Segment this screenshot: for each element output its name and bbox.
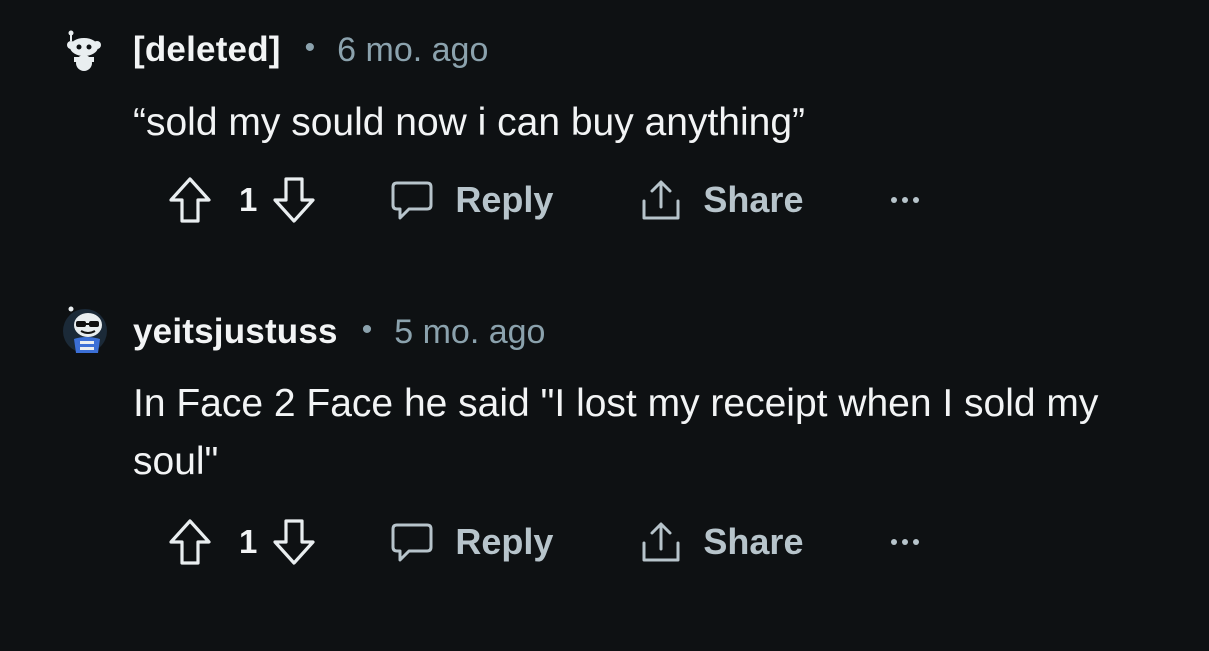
share-label: Share	[703, 179, 804, 220]
speech-bubble-icon	[389, 177, 435, 223]
upvote-arrow-icon	[169, 177, 211, 223]
deleted-user-avatar-icon[interactable]	[62, 27, 108, 73]
share-label: Share	[703, 521, 804, 562]
upvote-button[interactable]	[165, 515, 215, 569]
vote-count: 1	[239, 181, 258, 218]
meta-separator: •	[361, 313, 373, 346]
comment-username[interactable]: [deleted]	[133, 30, 281, 70]
share-button[interactable]: Share	[639, 519, 803, 565]
comment-meta: yeitsjustuss • 5 mo. ago	[133, 312, 545, 352]
comment-username[interactable]: yeitsjustuss	[133, 312, 338, 352]
share-button[interactable]: Share	[639, 177, 803, 223]
upvote-button[interactable]	[165, 173, 215, 227]
share-upload-icon	[639, 519, 683, 565]
reply-label: Reply	[455, 179, 554, 220]
upvote-arrow-icon	[169, 519, 211, 565]
downvote-arrow-icon	[273, 177, 315, 223]
reply-button[interactable]: Reply	[389, 177, 553, 223]
reply-label: Reply	[455, 521, 554, 562]
vote-count: 1	[239, 523, 258, 560]
speech-bubble-icon	[389, 519, 435, 565]
more-options-button[interactable]	[887, 527, 923, 557]
comment-actions: 1 Reply Share	[165, 514, 923, 570]
snoo-sunglasses-avatar-icon[interactable]	[62, 305, 108, 353]
more-options-button[interactable]	[887, 185, 923, 215]
comment-actions: 1 Reply Share	[165, 172, 923, 228]
ellipsis-icon	[891, 197, 920, 203]
comment-timestamp[interactable]: 6 mo. ago	[337, 31, 488, 70]
downvote-button[interactable]	[269, 173, 319, 227]
ellipsis-icon	[891, 539, 920, 545]
comment-meta: [deleted] • 6 mo. ago	[133, 30, 488, 70]
comment-timestamp[interactable]: 5 mo. ago	[394, 313, 545, 352]
comment-body: In Face 2 Face he said "I lost my receip…	[133, 382, 1099, 483]
share-upload-icon	[639, 177, 683, 223]
comment: yeitsjustuss • 5 mo. ago In Face 2 Face …	[0, 283, 1209, 651]
meta-separator: •	[304, 31, 316, 64]
downvote-button[interactable]	[269, 515, 319, 569]
comment: [deleted] • 6 mo. ago “sold my sould now…	[0, 0, 1209, 260]
reply-button[interactable]: Reply	[389, 519, 553, 565]
comment-body: “sold my sould now i can buy anything”	[133, 101, 806, 144]
downvote-arrow-icon	[273, 519, 315, 565]
